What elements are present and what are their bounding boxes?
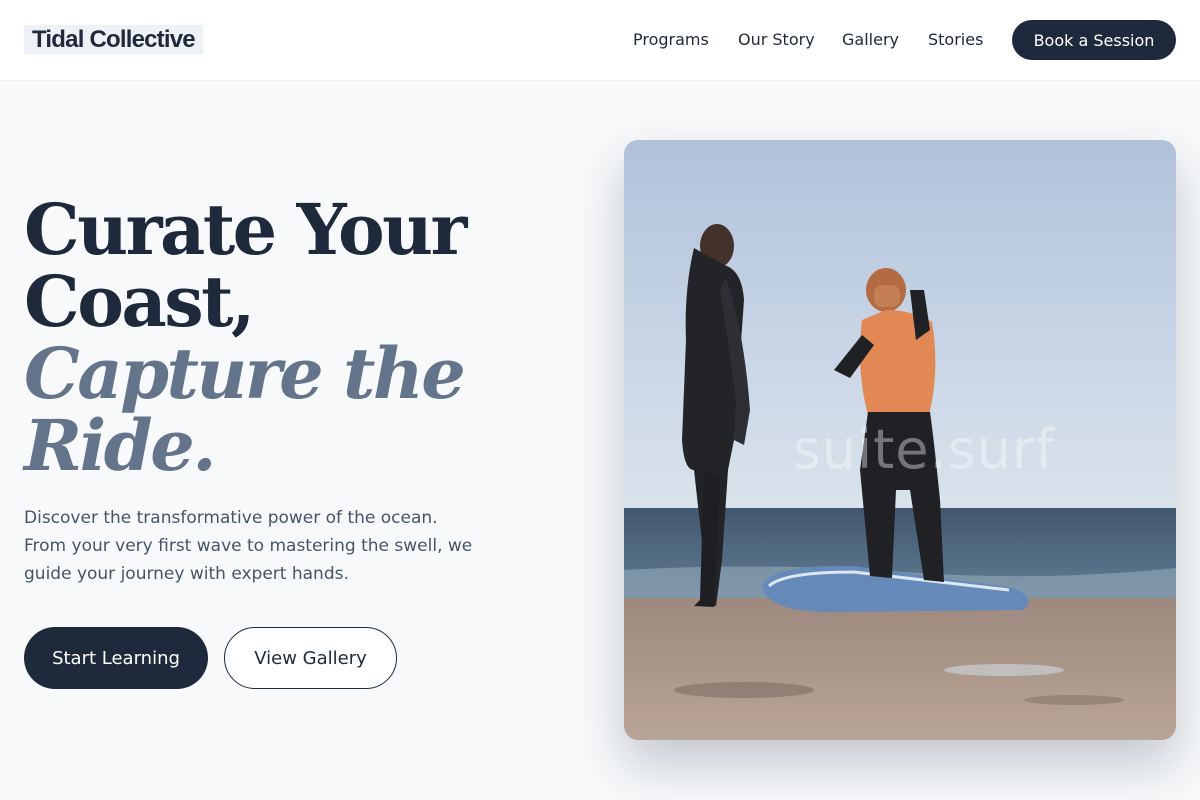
book-session-button[interactable]: Book a Session <box>1012 20 1176 60</box>
nav-programs[interactable]: Programs <box>633 30 709 50</box>
image-watermark: suite.surf <box>792 418 1056 481</box>
headline-accent-line-2: Ride. <box>24 404 217 487</box>
nav-our-story[interactable]: Our Story <box>738 30 815 50</box>
nav-gallery[interactable]: Gallery <box>842 30 899 50</box>
site-header: Tidal Collective Programs Our Story Gall… <box>0 0 1200 81</box>
headline-line-1: Curate Your <box>24 188 467 271</box>
brand-logo[interactable]: Tidal Collective <box>24 25 203 54</box>
headline-accent-line-1: Capture the <box>24 332 466 415</box>
hero-headline: Curate Your Coast, Capture the Ride. <box>24 194 584 482</box>
start-learning-button[interactable]: Start Learning <box>24 627 208 689</box>
view-gallery-button[interactable]: View Gallery <box>224 627 397 689</box>
nav-stories[interactable]: Stories <box>928 30 983 50</box>
headline-line-2: Coast, <box>24 260 255 343</box>
hero-description: Discover the transformative power of the… <box>24 508 473 584</box>
hero-image: suite.surf <box>624 140 1176 740</box>
